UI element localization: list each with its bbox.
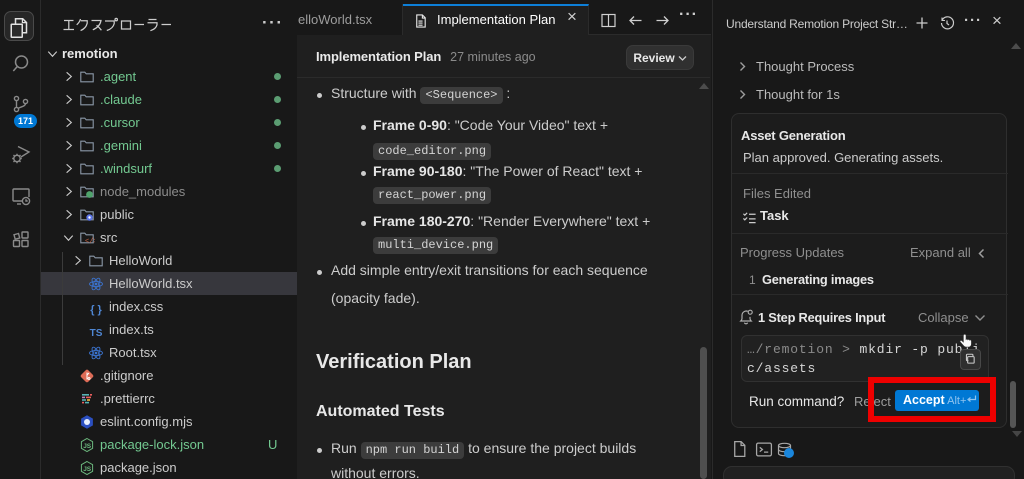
svg-text:</>: </> — [85, 238, 95, 246]
svg-text:JS: JS — [83, 443, 92, 450]
svg-text:JS: JS — [83, 466, 92, 473]
